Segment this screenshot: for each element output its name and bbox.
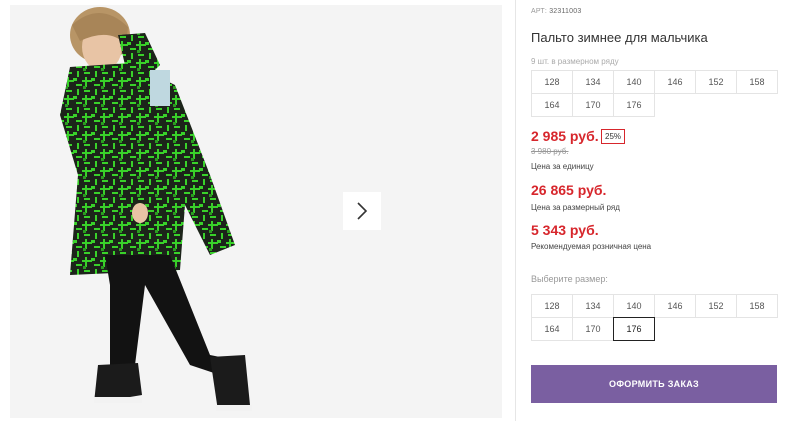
product-title: Пальто зимнее для мальчика: [531, 30, 708, 45]
size-option-128[interactable]: 128: [531, 294, 573, 318]
size-option-140: 140: [613, 70, 655, 94]
row-price-caption: Цена за размерный ряд: [531, 203, 620, 212]
size-row-grid: 128 134 140 146 152 158 164 170 176: [531, 70, 779, 117]
article-label: АРТ:: [531, 8, 548, 15]
size-option-164: 164: [531, 93, 573, 117]
article-value: 32311003: [549, 8, 582, 15]
unit-price: 2 985 руб.: [531, 128, 599, 144]
order-button[interactable]: ОФОРМИТЬ ЗАКАЗ: [531, 365, 777, 403]
size-option-176[interactable]: 176: [613, 317, 655, 341]
chevron-right-icon: [357, 202, 368, 220]
retail-price: 5 343 руб.: [531, 222, 599, 238]
size-option-158[interactable]: 158: [736, 294, 778, 318]
size-option-170[interactable]: 170: [572, 317, 614, 341]
size-selector: 128 134 140 146 152 158 164 170 176: [531, 294, 779, 341]
size-option-146[interactable]: 146: [654, 294, 696, 318]
divider: [515, 0, 516, 421]
size-option-146: 146: [654, 70, 696, 94]
size-option-164[interactable]: 164: [531, 317, 573, 341]
product-image[interactable]: [10, 5, 320, 418]
pack-note: 9 шт. в размерном ряду: [531, 57, 619, 66]
size-option-158: 158: [736, 70, 778, 94]
product-photo-illustration: [60, 7, 252, 411]
size-option-176: 176: [613, 93, 655, 117]
size-option-134[interactable]: 134: [572, 294, 614, 318]
size-option-170: 170: [572, 93, 614, 117]
size-option-134: 134: [572, 70, 614, 94]
discount-badge: 25%: [601, 129, 626, 144]
unit-price-caption: Цена за единицу: [531, 162, 594, 171]
choose-size-label: Выберите размер:: [531, 274, 608, 284]
size-option-152[interactable]: 152: [695, 294, 737, 318]
old-price: 3 980 руб.: [531, 147, 569, 156]
retail-price-caption: Рекомендуемая розничная цена: [531, 242, 652, 251]
size-option-152: 152: [695, 70, 737, 94]
next-image-button[interactable]: [343, 192, 381, 230]
size-option-140[interactable]: 140: [613, 294, 655, 318]
row-price: 26 865 руб.: [531, 182, 607, 198]
size-option-128: 128: [531, 70, 573, 94]
article-number: АРТ: 32311003: [531, 8, 581, 15]
